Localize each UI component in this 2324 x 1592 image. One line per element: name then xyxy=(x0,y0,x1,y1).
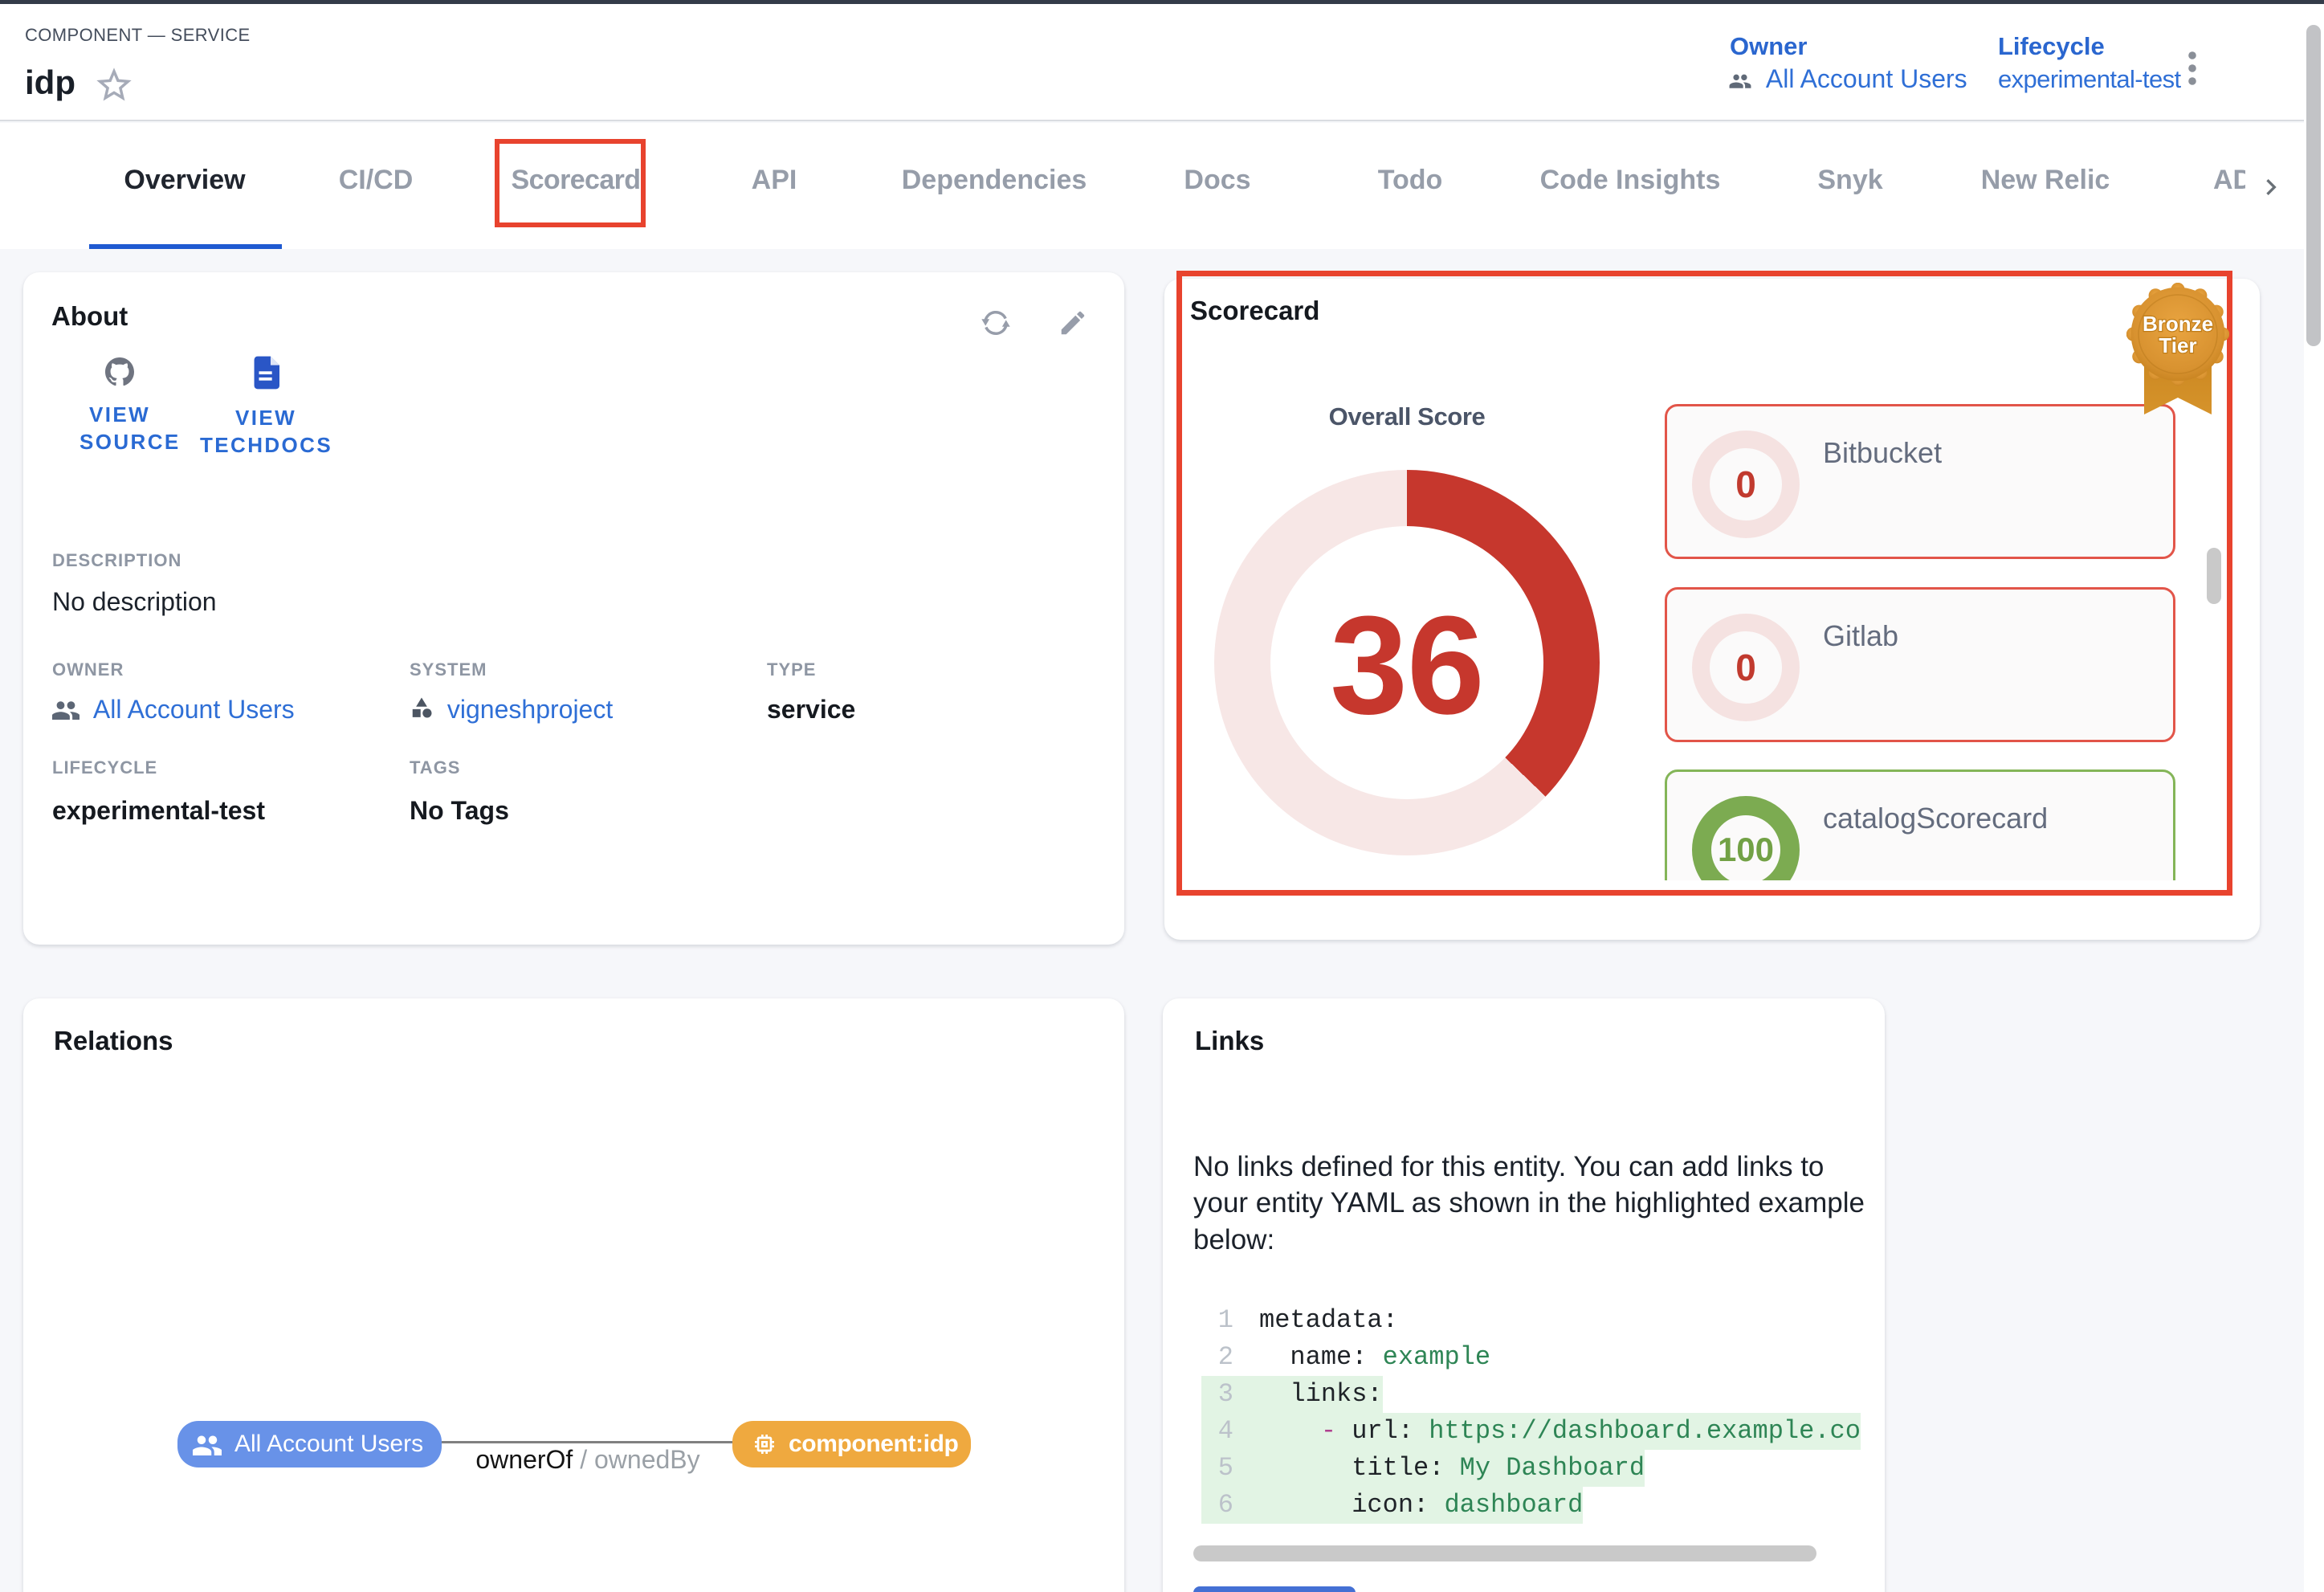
svg-text:Bronze: Bronze xyxy=(2143,312,2213,336)
svg-text:Tier: Tier xyxy=(2159,333,2196,357)
